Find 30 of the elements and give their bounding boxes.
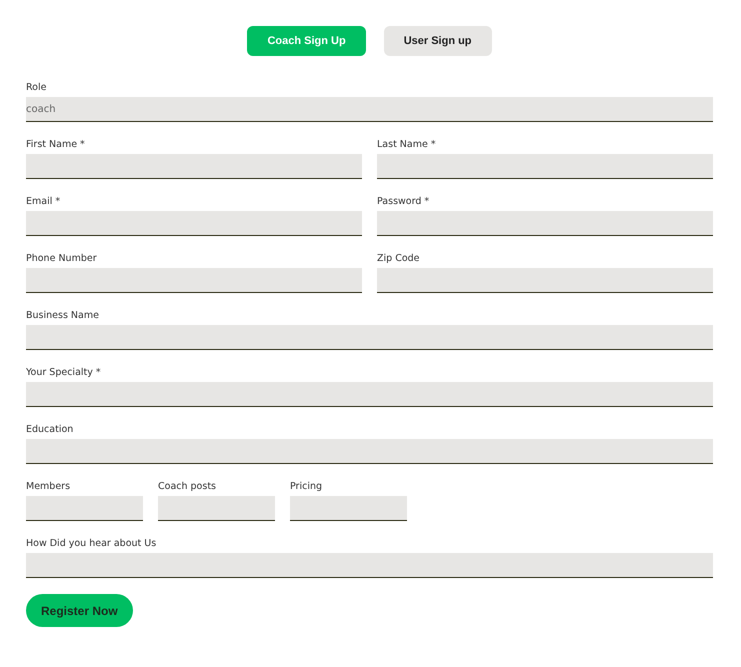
field-label: Education [26,424,74,436]
field-label: Pricing [290,481,324,493]
input-field[interactable] [158,496,275,521]
field-label: First Name * [26,139,86,151]
input-field[interactable] [290,496,407,521]
field-label: How Did you hear about Us [26,538,158,550]
field-label: Members [26,481,72,493]
input-field[interactable] [26,439,713,464]
signup-tab[interactable]: User Sign up [384,26,492,56]
input-field[interactable] [26,268,362,293]
field-label: Zip Code [377,253,421,265]
field-label: Your Specialty * [26,367,102,379]
input-field[interactable] [26,211,362,236]
input-field[interactable] [26,154,362,179]
input-field[interactable] [26,325,713,350]
input-field[interactable] [26,553,713,578]
field-label: Password * [377,196,430,208]
input-field[interactable]: coach [26,97,713,122]
input-field[interactable] [26,382,713,407]
field-label: Business Name [26,310,100,322]
field-label: Role [26,82,48,94]
field-label: Email * [26,196,62,208]
input-field[interactable] [377,154,713,179]
field-label: Phone Number [26,253,98,265]
field-label: Coach posts [158,481,217,493]
input-field[interactable] [377,211,713,236]
register-button[interactable]: Register Now [26,594,133,627]
input-field[interactable] [377,268,713,293]
input-field[interactable] [26,496,143,521]
field-label: Last Name * [377,139,437,151]
